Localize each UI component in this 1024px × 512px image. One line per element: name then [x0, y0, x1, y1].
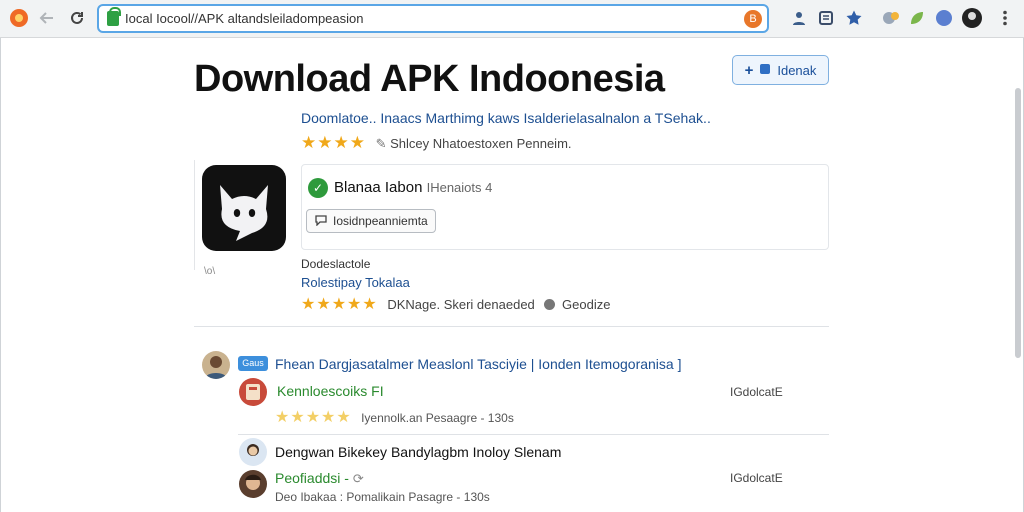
meta-text: DKNage. Skeri denaeded: [387, 297, 535, 312]
reload-icon[interactable]: [66, 7, 88, 29]
pencil-icon: ✎: [375, 136, 387, 151]
extension-leaf-icon[interactable]: [906, 7, 928, 29]
follow-button-icon: [759, 63, 771, 78]
follow-button-label: Idenak: [777, 62, 817, 78]
row-size: IGdolcatE: [730, 471, 783, 485]
site-badge-icon[interactable]: B: [744, 10, 762, 28]
url-text[interactable]: Iocal Iocool//APK altandsleiladompeasion: [125, 11, 363, 26]
row-divider: [238, 434, 829, 435]
page-title: Download APK Indoonesia: [194, 58, 665, 100]
row-subtitle: Deo Ibakaa : Pomalikain Pasagre - 130s: [275, 490, 490, 504]
meta-stars: ★★★★★: [301, 296, 378, 313]
verified-check-icon: ✓: [308, 178, 328, 198]
app-info-card: ✓ Blanaa Iabon IHenaiots 4 Iosidnpeannie…: [301, 164, 829, 250]
browser-window: Iocal Iocool//APK altandsleiladompeasion…: [0, 0, 1024, 512]
extension-puzzle-icon[interactable]: [880, 7, 902, 29]
row-app-name[interactable]: Kennloescoiks FI: [277, 383, 384, 399]
row-avatar[interactable]: [239, 470, 267, 498]
row-app-name-text: Peofiaddsi -: [275, 470, 349, 486]
card-action-label: Iosidnpeanniemta: [333, 214, 428, 228]
extension-globe-icon[interactable]: [933, 7, 955, 29]
page-content: Download APK Indoonesia + Idenak Doomlat…: [0, 38, 1024, 512]
refresh-icon: ⟳: [352, 471, 364, 486]
row-title[interactable]: Dengwan Bikekey Bandylagbm Inoloy Slenam: [275, 444, 561, 460]
rating-line: ★★★★ ✎ Shlcey Nhatoestoxen Penneim.: [301, 133, 572, 153]
app-icon-caption: \o\: [204, 266, 216, 277]
card-app-version: IHenaiots 4: [426, 180, 493, 195]
rating-text: Shlcey Nhatoestoxen Penneim.: [390, 136, 572, 151]
rating-stars: ★★★★: [301, 133, 366, 152]
chat-bubble-icon: [315, 214, 327, 229]
app-icon-frame: [194, 160, 286, 270]
plus-icon: +: [744, 61, 754, 79]
row-stars: ★★★★★: [275, 409, 352, 426]
row-subtitle: ★★★★★ Iyennolk.an Pesaagre - 130s: [275, 407, 514, 427]
info-circle-icon: [544, 299, 556, 310]
thread-tag-badge: Gaus: [238, 356, 268, 371]
section-divider: [194, 326, 829, 327]
card-action-button[interactable]: Iosidnpeanniemta: [306, 209, 436, 233]
address-bar[interactable]: Iocal Iocool//APK altandsleiladompeasion…: [97, 4, 769, 33]
back-arrow-icon[interactable]: [36, 7, 58, 29]
meta-line: ★★★★★ DKNage. Skeri denaeded Geodize: [301, 294, 610, 314]
thread-title-link[interactable]: Fhean Dargjasatalmer Measlonl Tasciyie |…: [275, 356, 681, 372]
row-subtitle-text: Iyennolk.an Pesaagre - 130s: [361, 411, 514, 425]
row-avatar[interactable]: [239, 378, 267, 406]
app-icon[interactable]: [202, 165, 286, 251]
card-app-title: Blanaa Iabon: [334, 179, 423, 196]
thread-author-avatar[interactable]: [202, 351, 230, 379]
follow-button[interactable]: + Idenak: [732, 55, 829, 85]
reading-list-icon[interactable]: [815, 7, 837, 29]
user-icon[interactable]: [788, 7, 810, 29]
developer-label: Dodeslactole: [301, 257, 371, 271]
row-avatar[interactable]: [239, 438, 267, 466]
row-app-name[interactable]: Peofiaddsi - ⟳: [275, 470, 364, 487]
scrollbar[interactable]: [1015, 88, 1021, 358]
browser-logo-icon[interactable]: [8, 7, 30, 29]
page-subtitle[interactable]: Doomlatoe.. Inaacs Marthimg kaws Isalder…: [301, 110, 711, 126]
lock-icon: [107, 7, 121, 26]
row-size: IGdolcatE: [730, 385, 783, 399]
browser-toolbar: Iocal Iocool//APK altandsleiladompeasion…: [0, 0, 1024, 38]
menu-kebab-icon[interactable]: [994, 7, 1016, 29]
profile-avatar[interactable]: [961, 7, 983, 29]
developer-name-link[interactable]: Rolestipay Tokalaa: [301, 275, 410, 290]
meta-extra: Geodize: [562, 297, 611, 312]
bookmark-star-icon[interactable]: [843, 7, 865, 29]
card-app-name: Blanaa Iabon IHenaiots 4: [334, 179, 492, 196]
